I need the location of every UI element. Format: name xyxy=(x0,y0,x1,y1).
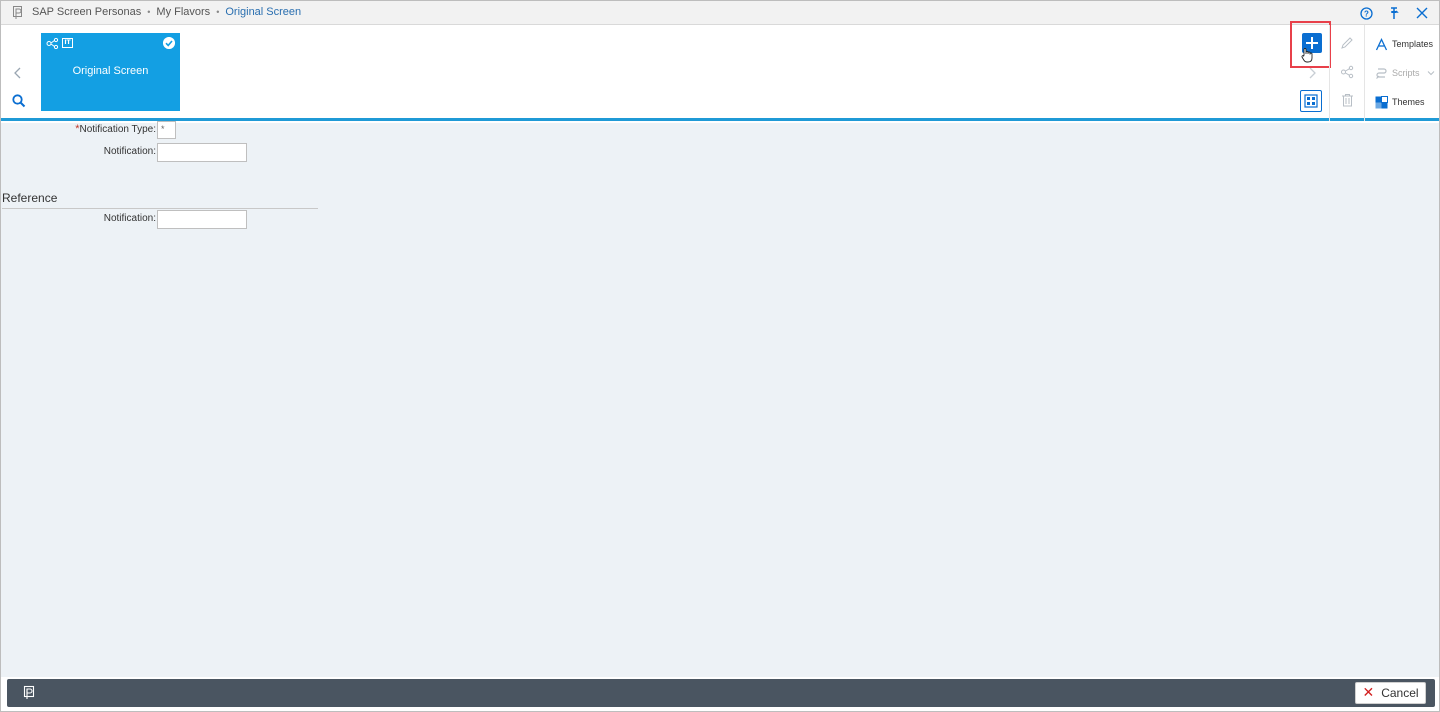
gallery-icon xyxy=(1304,94,1318,108)
search-icon[interactable] xyxy=(11,93,27,109)
footer-bar: ✕ Cancel xyxy=(7,679,1435,707)
notification-input[interactable] xyxy=(157,143,247,162)
checkmark-icon xyxy=(163,37,175,49)
breadcrumb-item-my-flavors[interactable]: My Flavors xyxy=(156,6,210,18)
breadcrumb-item-personas[interactable]: SAP Screen Personas xyxy=(32,6,141,18)
breadcrumb: SAP Screen Personas • My Flavors • Origi… xyxy=(32,6,301,18)
breadcrumb-separator: • xyxy=(147,7,151,17)
notification-label: Notification: xyxy=(103,146,156,157)
themes-icon xyxy=(1375,95,1388,108)
hand-cursor-icon xyxy=(1301,48,1313,63)
divider xyxy=(1364,25,1365,121)
divider xyxy=(1329,25,1330,121)
cancel-button[interactable]: ✕ Cancel xyxy=(1355,682,1426,704)
tile-title: Original Screen xyxy=(72,65,149,77)
scripts-label: Scripts xyxy=(1392,68,1420,78)
chevron-left-icon[interactable] xyxy=(11,65,25,81)
reference-notification-input[interactable] xyxy=(157,210,247,229)
close-icon: ✕ xyxy=(1362,685,1375,701)
notification-type-label-text: Notification Type: xyxy=(79,124,156,135)
templates-icon xyxy=(1375,37,1388,50)
window-controls: ? xyxy=(1357,4,1431,22)
notification-type-input[interactable]: * xyxy=(157,121,176,139)
reference-section-title: Reference xyxy=(2,191,58,205)
breadcrumb-item-current: Original Screen xyxy=(225,6,302,18)
top-bar: SAP Screen Personas • My Flavors • Origi… xyxy=(1,1,1439,25)
scripts-icon xyxy=(1376,67,1387,79)
themes-label: Themes xyxy=(1392,97,1425,107)
main-content: *Notification Type: * Notification: Refe… xyxy=(1,121,1439,677)
tile-badge: IT xyxy=(62,38,73,48)
reference-notification-label: Notification: xyxy=(103,213,156,224)
trash-icon[interactable] xyxy=(1341,93,1354,107)
share-icon xyxy=(46,38,59,49)
help-icon[interactable]: ? xyxy=(1357,4,1375,22)
scripts-menu-item[interactable]: Scripts xyxy=(1375,65,1437,81)
pencil-icon[interactable] xyxy=(1340,36,1354,50)
flavor-bar: IT Original Screen Templates Scripts The… xyxy=(1,21,1439,121)
personas-logo-icon xyxy=(13,6,22,19)
themes-menu-item[interactable]: Themes xyxy=(1375,94,1437,110)
breadcrumb-separator: • xyxy=(216,7,220,17)
templates-menu-item[interactable]: Templates xyxy=(1375,36,1437,52)
cancel-label: Cancel xyxy=(1381,686,1419,700)
close-icon[interactable] xyxy=(1413,4,1431,22)
pin-icon[interactable] xyxy=(1385,4,1403,22)
svg-text:?: ? xyxy=(1364,9,1369,18)
share-icon[interactable] xyxy=(1340,65,1354,79)
personas-logo-icon[interactable] xyxy=(23,685,37,700)
flavor-tile-original-screen[interactable]: IT Original Screen xyxy=(41,33,180,111)
gallery-button[interactable] xyxy=(1300,90,1322,112)
notification-type-label: *Notification Type: xyxy=(75,123,156,135)
section-divider xyxy=(2,208,318,209)
chevron-down-icon xyxy=(1427,71,1434,76)
templates-label: Templates xyxy=(1392,39,1434,49)
